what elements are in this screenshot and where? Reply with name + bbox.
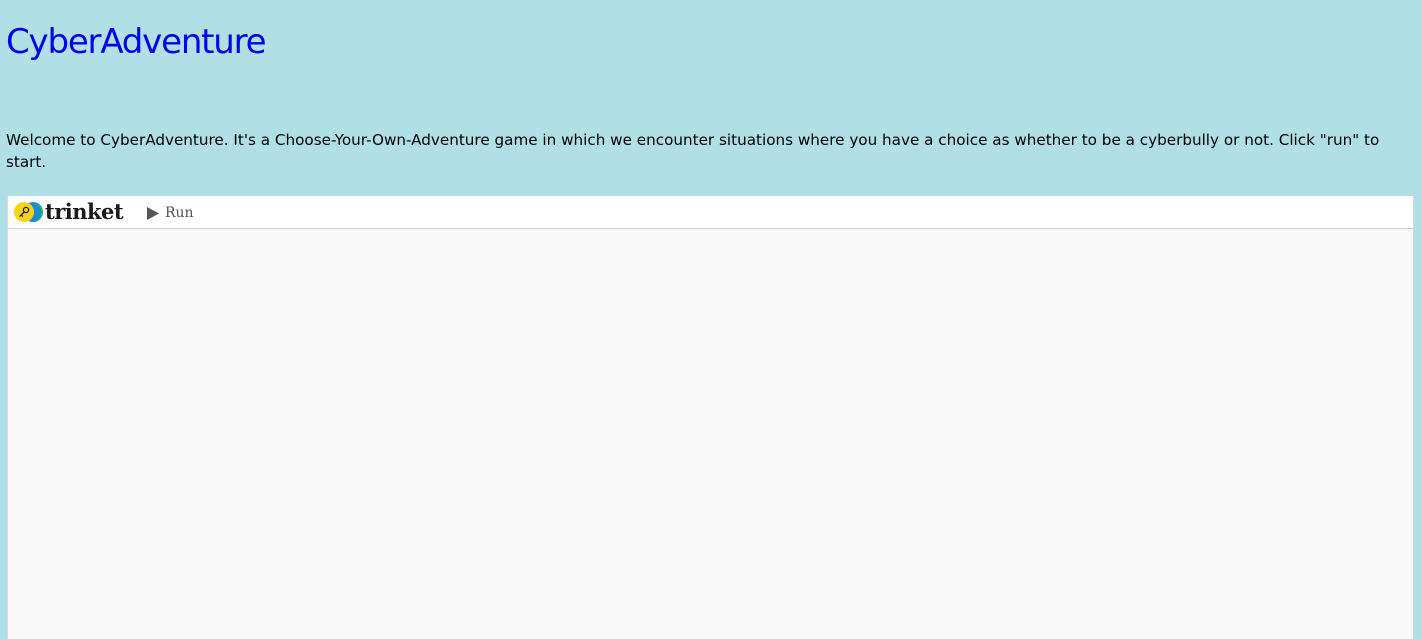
intro-text: Welcome to CyberAdventure. It's a Choose… [6, 131, 1380, 171]
page-title: CyberAdventure [6, 22, 267, 62]
trinket-embed: trinket Run [7, 196, 1414, 639]
play-icon [147, 206, 159, 220]
embed-toolbar: trinket Run [8, 196, 1413, 229]
trinket-brand-link[interactable]: trinket [13, 199, 124, 224]
trinket-output-area[interactable] [8, 229, 1413, 639]
trinket-brand-name: trinket [45, 199, 124, 224]
run-button[interactable]: Run [147, 202, 194, 224]
trinket-logo-icon [14, 202, 43, 222]
run-button-label: Run [165, 205, 194, 221]
